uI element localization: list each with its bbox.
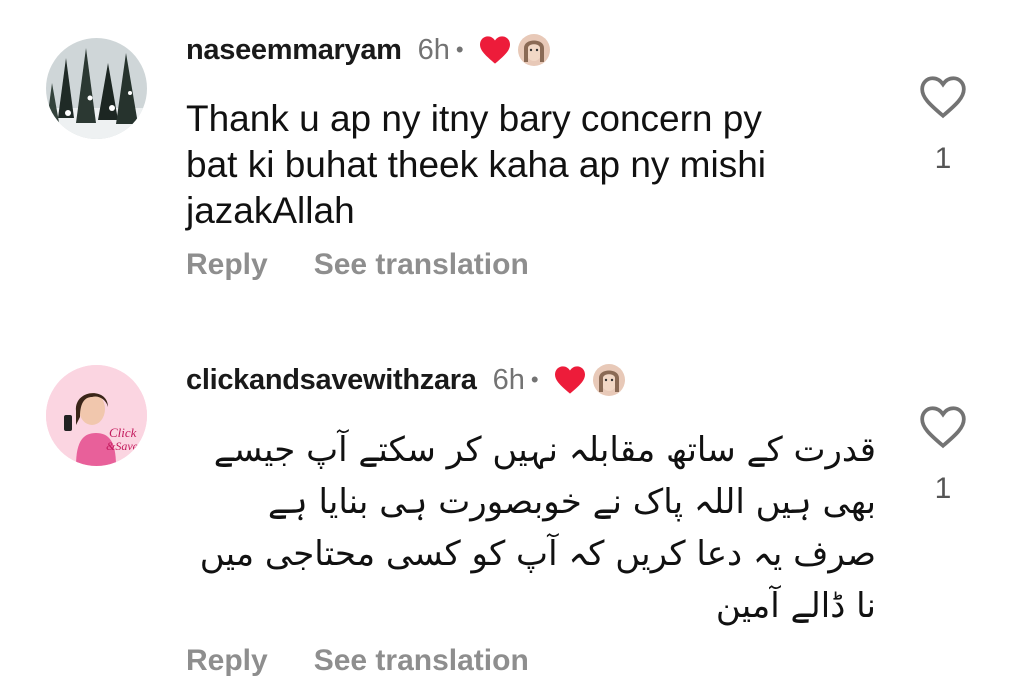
separator-dot: • bbox=[455, 37, 464, 62]
comment-text-line: jazakAllah bbox=[186, 190, 355, 231]
see-translation-button[interactable]: See translation bbox=[314, 644, 529, 678]
heart-outline-icon[interactable] bbox=[918, 404, 968, 450]
timestamp: 6h bbox=[417, 33, 450, 66]
see-translation-button[interactable]: See translation bbox=[314, 248, 529, 282]
creator-avatar-icon bbox=[592, 364, 625, 396]
reply-button[interactable]: Reply bbox=[186, 644, 268, 678]
like-column: 1 bbox=[915, 404, 971, 506]
comment-text-line: Thank u ap ny itny bary concern py bbox=[186, 98, 762, 139]
logo-text: &Save bbox=[106, 439, 139, 453]
comment-text-line: bat ki buhat theek kaha ap ny mishi bbox=[186, 144, 767, 185]
comment-actions: Reply See translation bbox=[186, 248, 529, 282]
comment-header: naseemmaryam 6h • bbox=[186, 30, 550, 70]
comment-header: clickandsavewithzara 6h • bbox=[186, 360, 625, 400]
avatar[interactable] bbox=[46, 38, 147, 139]
like-count: 1 bbox=[934, 142, 952, 175]
reply-button[interactable]: Reply bbox=[186, 248, 268, 282]
timestamp: 6h bbox=[492, 363, 525, 396]
creator-liked-heart-icon bbox=[554, 366, 585, 394]
like-column: 1 bbox=[915, 74, 971, 176]
username[interactable]: naseemmaryam bbox=[186, 34, 402, 67]
comment-1: naseemmaryam 6h • Thank u ap ny itny bar… bbox=[0, 0, 1024, 320]
username[interactable]: clickandsavewithzara bbox=[186, 364, 477, 397]
separator-dot: • bbox=[530, 367, 539, 392]
creator-liked-heart-icon bbox=[479, 36, 510, 64]
click-and-save-logo-avatar-icon: Click &Save bbox=[46, 365, 147, 466]
comment-text-line: بھی ہیں اللہ پاک نے خوبصورت ہی بنایا ہے bbox=[267, 482, 876, 522]
comment-text-line: صرف یہ دعا کریں کہ آپ کو کسی محتاجی میں bbox=[199, 534, 876, 574]
comment-2: Click &Save clickandsavewithzara 6h • قد… bbox=[0, 320, 1024, 692]
creator-avatar-icon bbox=[517, 34, 550, 66]
like-count: 1 bbox=[934, 472, 952, 505]
avatar[interactable]: Click &Save bbox=[46, 365, 147, 466]
snowy-forest-avatar-icon bbox=[46, 38, 147, 139]
comment-text: Thank u ap ny itny bary concern py bat k… bbox=[186, 96, 766, 234]
comment-text: قدرت کے ساتھ مقابلہ نہیں کر سکتے آپ جیسے… bbox=[186, 424, 876, 632]
comment-text-line: قدرت کے ساتھ مقابلہ نہیں کر سکتے آپ جیسے bbox=[213, 430, 876, 470]
logo-text: Click bbox=[109, 425, 137, 440]
comment-actions: Reply See translation bbox=[186, 644, 529, 678]
comment-text-line: نا ڈالے آمین bbox=[715, 586, 876, 626]
heart-outline-icon[interactable] bbox=[918, 74, 968, 120]
